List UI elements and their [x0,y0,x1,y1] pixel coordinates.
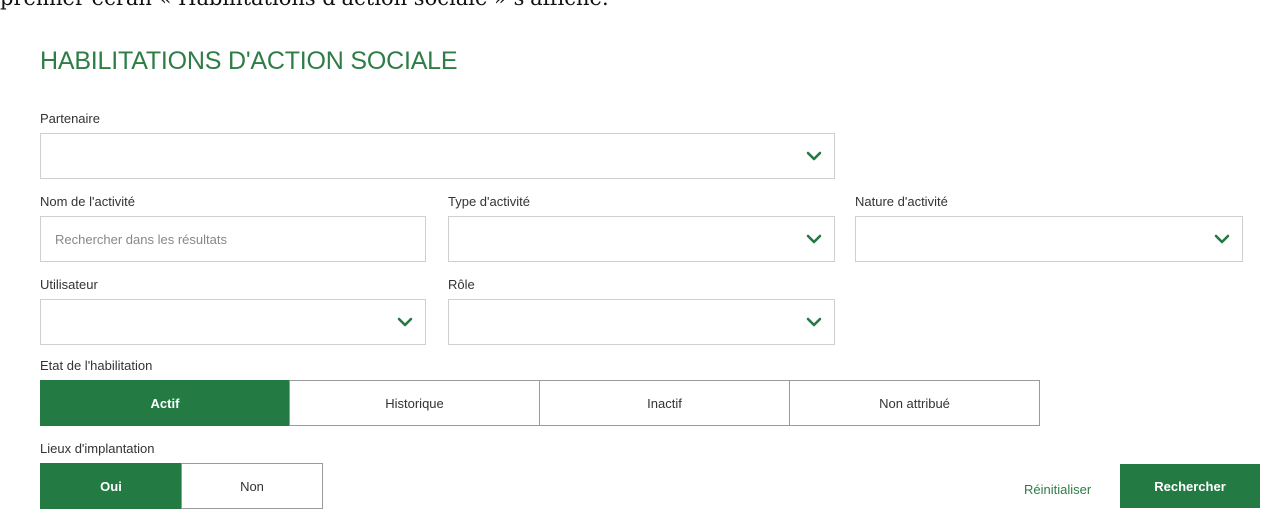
partenaire-select[interactable] [40,133,835,179]
etat-segmented-control: Actif Historique Inactif Non attribué [40,380,1040,426]
etat-label: Etat de l'habilitation [40,358,153,373]
nom-activite-input[interactable]: Rechercher dans les résultats [40,216,426,262]
lieux-option-non[interactable]: Non [181,463,323,509]
chevron-down-icon [806,317,822,327]
page-title: HABILITATIONS D'ACTION SOCIALE [40,47,458,75]
etat-option-historique[interactable]: Historique [289,380,540,426]
utilisateur-select[interactable] [40,299,426,345]
type-activite-label: Type d'activité [448,194,530,209]
chevron-down-icon [397,317,413,327]
partenaire-label: Partenaire [40,111,100,126]
etat-option-inactif[interactable]: Inactif [539,380,790,426]
lieux-segmented-control: Oui Non [40,463,323,509]
document-text: premier écran « Habilitations d'action s… [0,0,609,10]
role-label: Rôle [448,277,475,292]
etat-option-non-attribue[interactable]: Non attribué [789,380,1040,426]
type-activite-select[interactable] [448,216,835,262]
utilisateur-label: Utilisateur [40,277,98,292]
etat-option-actif[interactable]: Actif [40,380,290,426]
lieux-option-oui[interactable]: Oui [40,463,182,509]
chevron-down-icon [1214,234,1230,244]
nom-activite-placeholder: Rechercher dans les résultats [55,231,227,247]
chevron-down-icon [806,151,822,161]
nature-activite-select[interactable] [855,216,1243,262]
nom-activite-label: Nom de l'activité [40,194,135,209]
chevron-down-icon [806,234,822,244]
role-select[interactable] [448,299,835,345]
nature-activite-label: Nature d'activité [855,194,948,209]
lieux-label: Lieux d'implantation [40,441,155,456]
reset-link[interactable]: Réinitialiser [1024,482,1091,497]
search-button[interactable]: Rechercher [1120,464,1260,508]
